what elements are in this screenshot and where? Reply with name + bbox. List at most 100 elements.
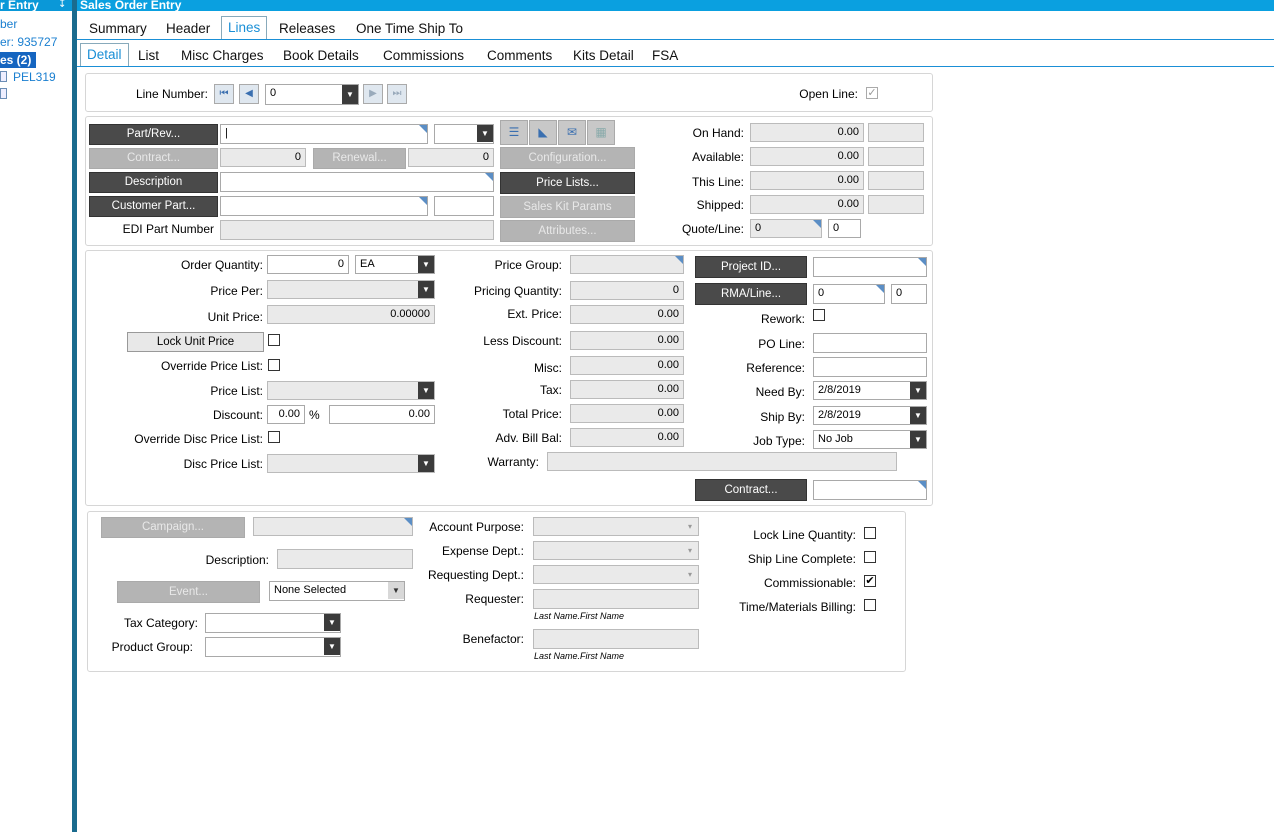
reference-input[interactable] [813, 357, 927, 377]
contract-input[interactable] [813, 480, 927, 500]
open-line-checkbox[interactable]: ✓ [866, 87, 878, 99]
part-number-input[interactable]: | [220, 124, 428, 144]
rma-line-input[interactable]: 0 [891, 284, 927, 304]
tab-kits-detail[interactable]: Kits Detail [573, 45, 634, 67]
tab-one-time-ship-to[interactable]: One Time Ship To [356, 18, 463, 40]
part-search-icon[interactable]: ☰ [500, 120, 528, 145]
dropdown-arrow-icon[interactable]: ▼ [324, 638, 340, 655]
customer-part-button[interactable]: Customer Part... [89, 196, 218, 217]
tree-node-order[interactable]: er: 935727 [0, 35, 57, 49]
event-button[interactable]: Event... [117, 581, 260, 603]
renewal-button[interactable]: Renewal... [313, 148, 406, 169]
attributes-button[interactable]: Attributes... [500, 220, 635, 242]
tab-lines[interactable]: Lines [221, 16, 268, 39]
event-select[interactable]: None Selected ▼ [269, 581, 405, 601]
next-record-icon[interactable]: ▶ [363, 84, 383, 104]
requesting-dept-select[interactable]: ▾ [533, 565, 699, 584]
customer-part-input[interactable] [220, 196, 428, 216]
pane-splitter[interactable] [72, 0, 77, 832]
tab-fsa[interactable]: FSA [652, 45, 678, 67]
dropdown-arrow-icon[interactable]: ▾ [682, 518, 698, 535]
tab-detail[interactable]: Detail [80, 43, 129, 67]
sales-kit-params-button[interactable]: Sales Kit Params [500, 196, 635, 218]
dropdown-arrow-icon[interactable]: ▼ [910, 407, 926, 424]
order-quantity-input[interactable]: 0 [267, 255, 349, 274]
image-icon[interactable]: ◣ [529, 120, 557, 145]
quote-line-field[interactable]: 0 [828, 219, 861, 238]
contract-button[interactable]: Contract... [89, 148, 218, 169]
dropdown-arrow-icon[interactable]: ▼ [418, 281, 434, 298]
dropdown-arrow-icon[interactable]: ▼ [910, 382, 926, 399]
uom-select[interactable]: EA ▼ [355, 255, 435, 274]
commissionable-checkbox[interactable]: ✔ [864, 575, 876, 587]
first-record-icon[interactable]: ⏮ [214, 84, 234, 104]
price-lists-button[interactable]: Price Lists... [500, 172, 635, 194]
dropdown-arrow-icon[interactable]: ▼ [324, 614, 340, 631]
discount-percent-input[interactable]: 0.00 [267, 405, 305, 424]
lock-unit-price-checkbox[interactable] [268, 334, 280, 346]
po-line-input[interactable] [813, 333, 927, 353]
project-id-button[interactable]: Project ID... [695, 256, 807, 278]
project-id-input[interactable] [813, 257, 927, 277]
description-input[interactable] [220, 172, 494, 192]
benefactor-field[interactable] [533, 629, 699, 649]
product-group-select[interactable]: ▼ [205, 637, 341, 657]
price-group-field[interactable] [570, 255, 684, 274]
requester-field[interactable] [533, 589, 699, 609]
job-type-select[interactable]: No Job ▼ [813, 430, 927, 449]
dropdown-arrow-icon[interactable]: ▼ [418, 382, 434, 399]
customer-part-rev-input[interactable] [434, 196, 494, 216]
previous-record-icon[interactable]: ◀ [239, 84, 259, 104]
price-per-select[interactable]: ▼ [267, 280, 435, 299]
tab-comments[interactable]: Comments [487, 45, 552, 67]
dropdown-arrow-icon[interactable]: ▼ [342, 85, 358, 104]
lock-line-quantity-checkbox[interactable] [864, 527, 876, 539]
rma-input[interactable]: 0 [813, 284, 885, 304]
pin-icon[interactable]: ↧ [58, 0, 66, 10]
dropdown-arrow-icon[interactable]: ▾ [682, 566, 698, 583]
tab-list[interactable]: List [138, 45, 159, 67]
tab-misc-charges[interactable]: Misc Charges [181, 45, 264, 67]
lock-unit-price-button[interactable]: Lock Unit Price [127, 332, 264, 352]
disc-price-list-select[interactable]: ▼ [267, 454, 435, 473]
quote-field[interactable]: 0 [750, 219, 822, 238]
tab-summary[interactable]: Summary [89, 18, 147, 40]
price-list-select[interactable]: ▼ [267, 381, 435, 400]
tab-header[interactable]: Header [166, 18, 210, 40]
expense-dept-select[interactable]: ▾ [533, 541, 699, 560]
tree-node-order-number[interactable]: ber [0, 17, 17, 31]
tab-commissions[interactable]: Commissions [383, 45, 464, 67]
description-button[interactable]: Description [89, 172, 218, 193]
discount-amount-input[interactable]: 0.00 [329, 405, 435, 424]
override-disc-price-list-checkbox[interactable] [268, 431, 280, 443]
stack-icon[interactable]: ▦ [587, 120, 615, 145]
configuration-button[interactable]: Configuration... [500, 147, 635, 169]
campaign-field[interactable] [253, 517, 413, 536]
campaign-button[interactable]: Campaign... [101, 517, 245, 538]
dropdown-arrow-icon[interactable]: ▼ [388, 582, 404, 599]
tab-book-details[interactable]: Book Details [283, 45, 359, 67]
need-by-date-picker[interactable]: 2/8/2019 ▼ [813, 381, 927, 400]
rework-checkbox[interactable] [813, 309, 825, 321]
tree-node-line-part[interactable]: PEL319 [13, 70, 56, 84]
dropdown-arrow-icon[interactable]: ▼ [477, 125, 493, 142]
override-price-list-checkbox[interactable] [268, 359, 280, 371]
tab-releases[interactable]: Releases [279, 18, 335, 40]
rma-line-button[interactable]: RMA/Line... [695, 283, 807, 305]
ship-line-complete-checkbox[interactable] [864, 551, 876, 563]
tree-node-lines-selected[interactable]: es (2) [0, 52, 36, 68]
dropdown-arrow-icon[interactable]: ▼ [418, 256, 434, 273]
mail-icon[interactable]: ✉ [558, 120, 586, 145]
tax-category-select[interactable]: ▼ [205, 613, 341, 633]
time-materials-billing-checkbox[interactable] [864, 599, 876, 611]
ship-by-date-picker[interactable]: 2/8/2019 ▼ [813, 406, 927, 425]
part-rev-button[interactable]: Part/Rev... [89, 124, 218, 145]
contract-button-2[interactable]: Contract... [695, 479, 807, 501]
dropdown-arrow-icon[interactable]: ▾ [682, 542, 698, 559]
dropdown-arrow-icon[interactable]: ▼ [910, 431, 926, 448]
line-number-select[interactable]: 0 ▼ [265, 84, 359, 105]
revision-select[interactable]: ▼ [434, 124, 494, 144]
last-record-icon[interactable]: ⏭ [387, 84, 407, 104]
dropdown-arrow-icon[interactable]: ▼ [418, 455, 434, 472]
account-purpose-select[interactable]: ▾ [533, 517, 699, 536]
